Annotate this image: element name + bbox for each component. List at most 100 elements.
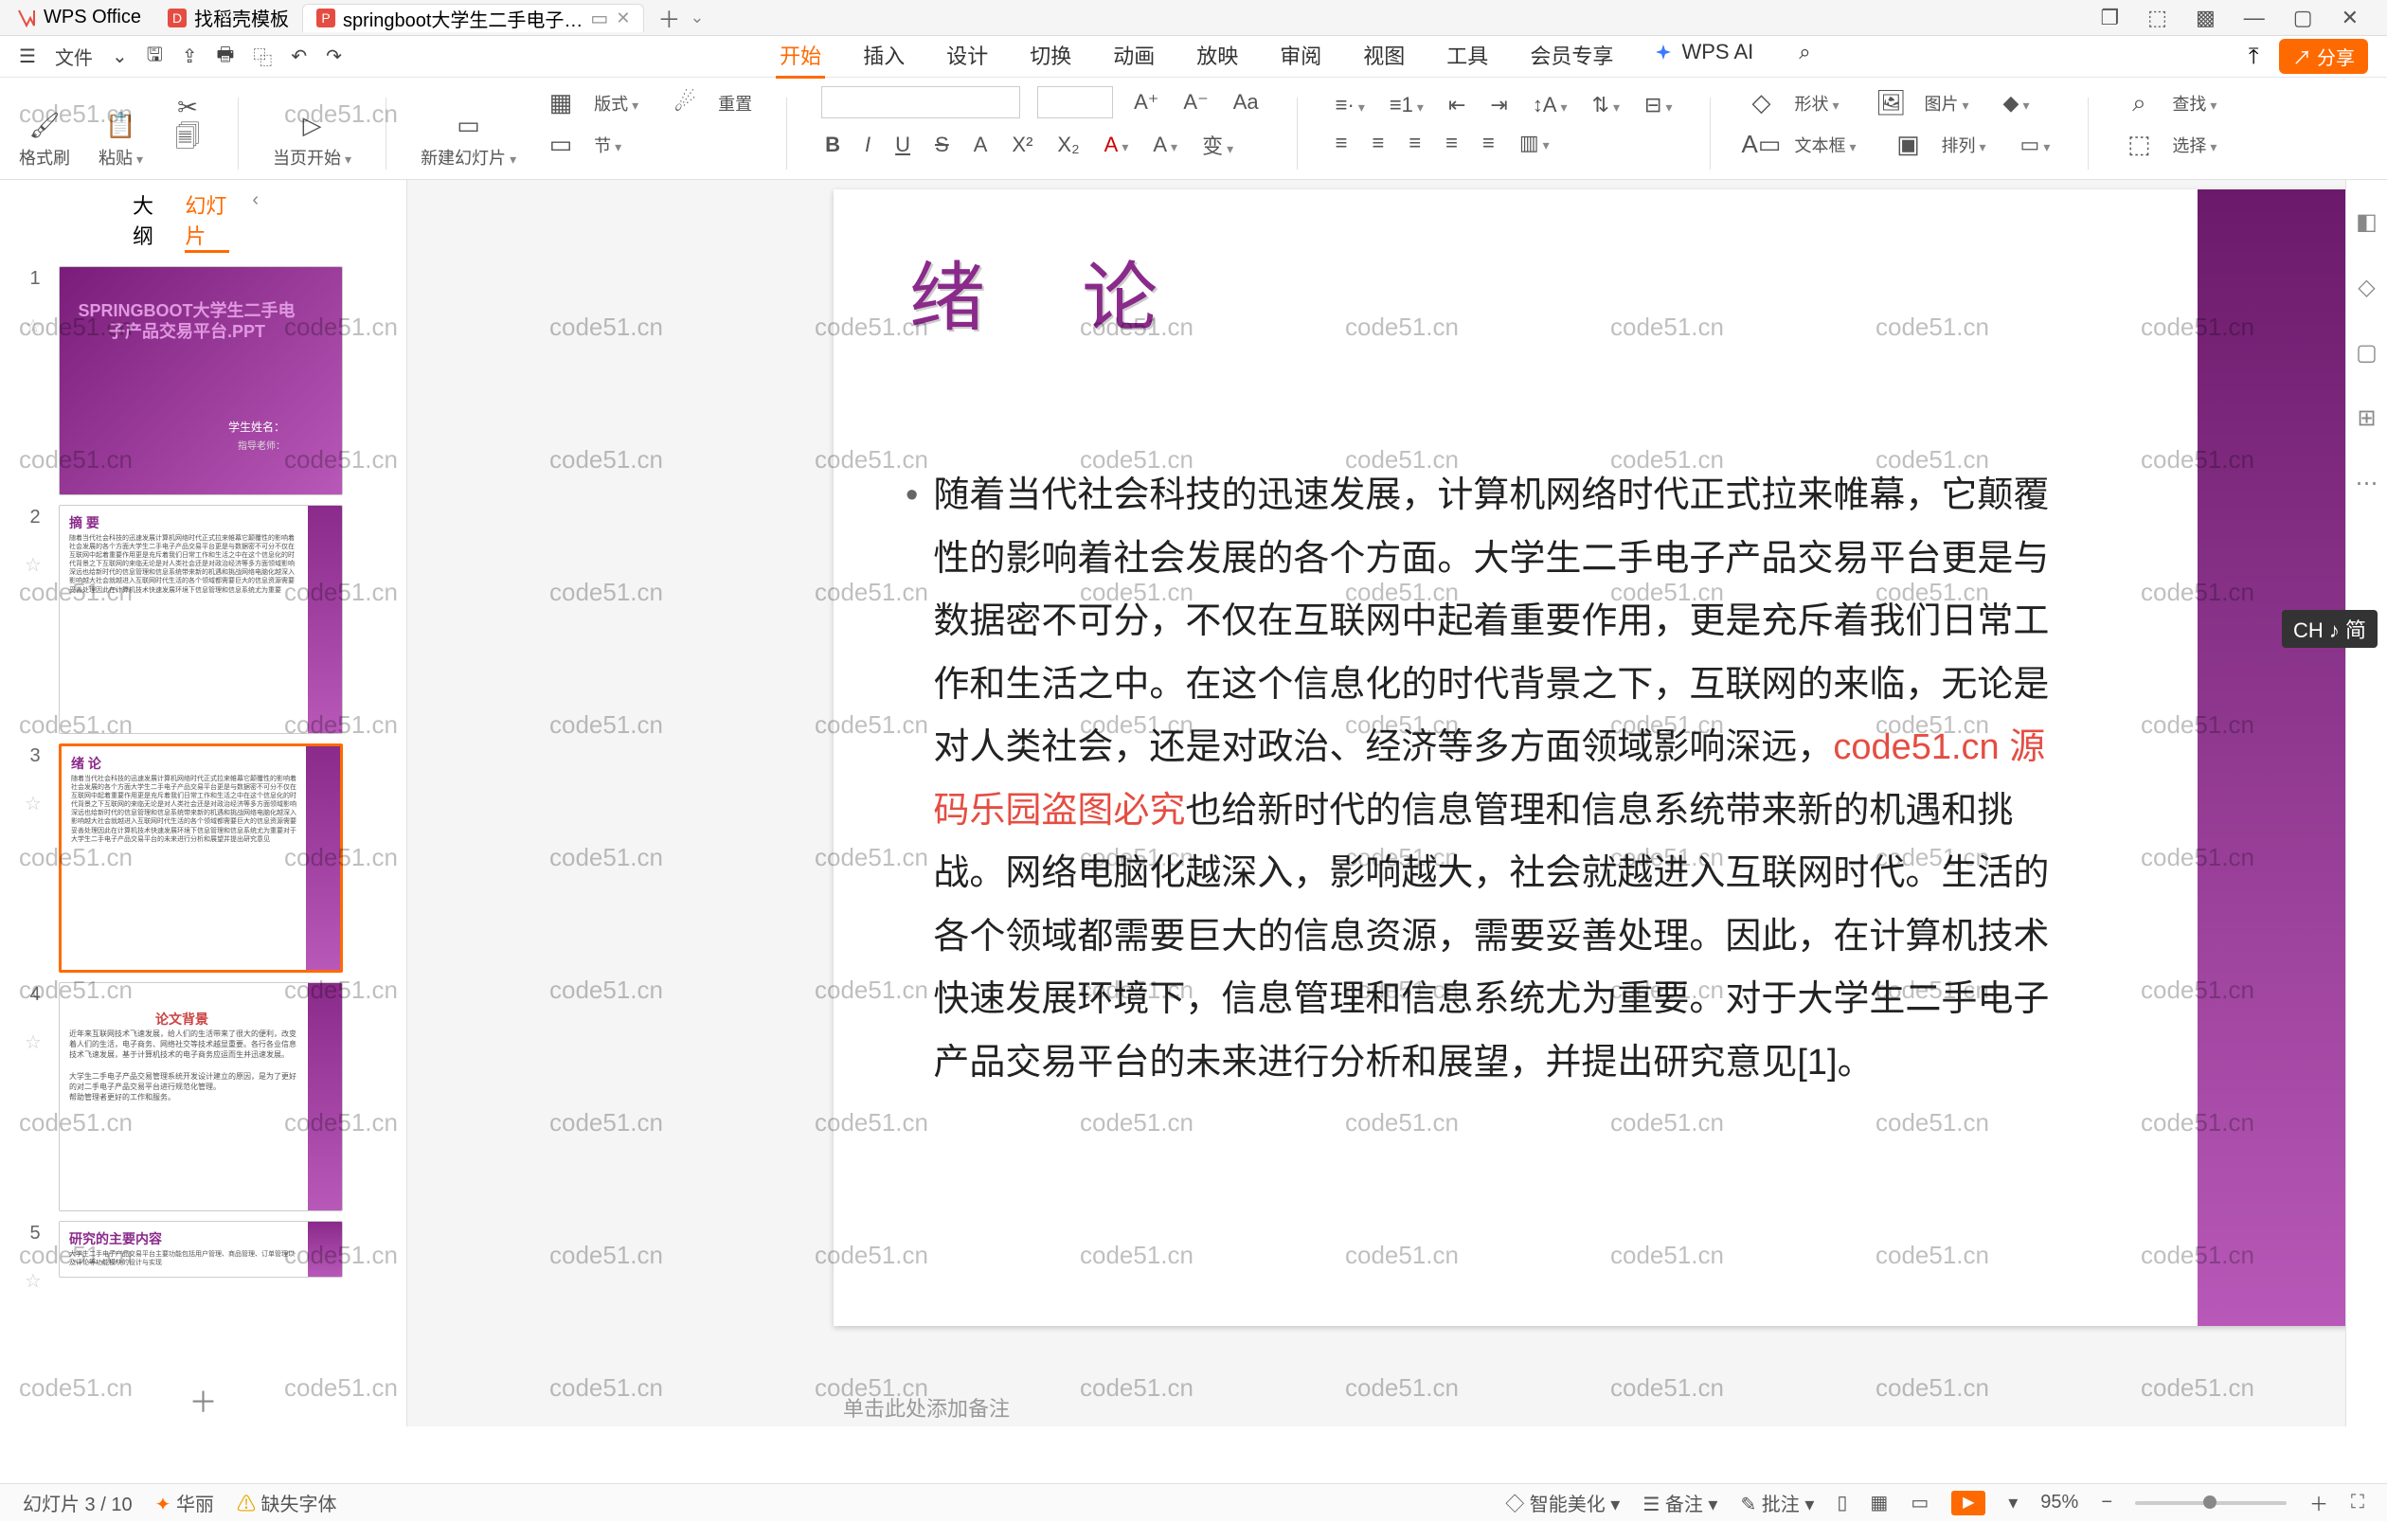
slides-tab[interactable]: 幻灯片 [185,189,229,253]
theme-indicator[interactable]: ✦ 华丽 [155,1489,214,1516]
sorter-view-icon[interactable]: ▦ [1870,1491,1888,1514]
menu-icon[interactable]: ☰ [19,45,36,68]
line-spacing-icon[interactable]: ⇅ [1588,91,1624,119]
highlight-icon[interactable]: A [970,131,992,159]
bullets-icon[interactable]: ≡· [1332,91,1369,119]
reading-view-icon[interactable]: ▭ [1911,1491,1929,1514]
slide-canvas[interactable]: 绪 论 • 随着当代社会科技的迅速发展，计算机网络时代正式拉来帷幕，它颠覆性的影… [407,180,2345,1426]
add-slide-button[interactable]: ＋ [0,1379,406,1426]
shape-fill-icon[interactable]: ◆ [2000,89,2034,117]
search-icon[interactable]: ⌕ [1795,34,1814,79]
text-direction-icon[interactable]: ↕A [1529,91,1571,119]
layout-icon[interactable]: ▦ [545,87,577,119]
subscript-icon[interactable]: X₂ [1053,131,1083,159]
slide-thumb-1[interactable]: SPRINGBOOT大学生二手电子产品交易平台.PPT 学生姓名： 指导老师： [59,266,343,495]
increase-font-icon[interactable]: A⁺ [1130,88,1162,116]
slideshow-dropdown-icon[interactable]: ▾ [2008,1491,2018,1514]
underline-icon[interactable]: U [891,131,914,159]
maximize-icon[interactable]: ▢ [2293,6,2313,30]
star-icon[interactable]: ☆ [25,792,45,815]
slide-thumb-4[interactable]: 论文背景 近年来互联网技术飞速发展，给人们的生活带来了很大的便利，改变着人们的生… [59,982,343,1211]
comment-button[interactable]: ✎ 批注 ▾ [1740,1489,1814,1516]
slideshow-button[interactable]: ▶ [1951,1491,1985,1515]
from-current-group[interactable]: ▷ 当页开始 [273,109,351,170]
slide[interactable]: 绪 论 • 随着当代社会科技的迅速发展，计算机网络时代正式拉来帷幕，它颠覆性的影… [834,189,2345,1326]
save-icon[interactable]: 🖫 [147,41,163,73]
print-icon[interactable]: 🖶 [217,41,235,73]
tab-active[interactable]: P springboot大学生二手电子… ▭ ✕ [302,4,644,32]
menu-transition[interactable]: 切换 [1026,34,1075,79]
shape-icon[interactable]: ◇ [1745,87,1777,119]
zoom-slider[interactable] [2135,1501,2287,1505]
normal-view-icon[interactable]: ▯ [1837,1491,1847,1514]
numbering-icon[interactable]: ≡1 [1386,91,1427,119]
layout-button[interactable]: 版式 [594,91,638,116]
bold-icon[interactable]: B [821,131,844,159]
tab-home[interactable]: WPS Office [4,4,154,32]
strike-icon[interactable]: S [931,131,953,159]
slide-thumb-3[interactable]: 绪 论 随着当代社会科技的迅速发展计算机网络时代正式拉来帷幕它颠覆性的影响着社会… [59,743,343,973]
textbox-icon[interactable]: A▭ [1745,129,1777,161]
close-window-icon[interactable]: ✕ [2342,6,2359,30]
menu-review[interactable]: 审阅 [1276,34,1325,79]
arrange-button[interactable]: 排列 [1942,133,1986,157]
outline-tab[interactable]: 大纲 [133,189,162,253]
section-icon[interactable]: ▭ [545,129,577,161]
align-left-icon[interactable]: ≡ [1332,129,1352,157]
rail-item-icon[interactable]: ◧ [2356,208,2378,236]
multi-window-icon[interactable]: ❐ [2100,6,2119,30]
align-center-icon[interactable]: ≡ [1368,129,1388,157]
align-text-icon[interactable]: ⊟ [1641,91,1676,119]
text-effect-icon[interactable]: 变 [1198,128,1237,162]
reset-icon[interactable]: ☄ [669,87,701,119]
undo-icon[interactable]: ↶ [291,45,307,68]
menu-animation[interactable]: 动画 [1109,34,1158,79]
minimize-icon[interactable]: — [2244,6,2265,30]
slide-thumb-5[interactable]: 研究的主要内容 大学生二手电子产品交易平台主要功能包括用户管理、商品管理、订单管… [59,1221,343,1278]
preview-icon[interactable]: ⿻ [253,43,272,70]
section-button[interactable]: 节 [594,133,621,157]
close-icon[interactable]: ✕ [616,9,630,28]
font-color-icon[interactable]: A [1101,131,1133,159]
text-fill-icon[interactable]: A [1149,131,1181,159]
shape-outline-icon[interactable]: ▭ [2017,131,2055,159]
star-icon[interactable]: ☆ [25,314,45,338]
star-icon[interactable]: ☆ [25,1030,45,1054]
font-name-combo[interactable] [821,86,1020,118]
select-button[interactable]: 选择 [2172,133,2216,157]
font-size-combo[interactable] [1037,86,1113,118]
columns-icon[interactable]: ▥ [1516,129,1553,157]
chevron-down-icon[interactable]: ⌄ [112,45,128,68]
italic-icon[interactable]: I [861,131,874,159]
avatar-icon[interactable]: ▩ [2196,6,2216,30]
menu-design[interactable]: 设计 [942,34,992,79]
share-button[interactable]: ↗ 分享 [2279,39,2368,74]
fit-window-icon[interactable]: ⛶ [2351,1492,2364,1513]
rail-item-icon[interactable]: ⊞ [2357,404,2376,432]
copy-icon[interactable]: 🗐 [171,124,204,156]
zoom-value[interactable]: 95% [2040,1492,2078,1513]
slide-thumb-2[interactable]: 摘 要 随着当代社会科技的迅速发展计算机网络时代正式拉来帷幕它颠覆性的影响着社会… [59,505,343,734]
textbox-button[interactable]: 文本框 [1794,133,1856,157]
menu-tools[interactable]: 工具 [1443,34,1492,79]
zoom-in-icon[interactable]: ＋ [2309,1489,2328,1516]
cloud-icon[interactable]: ⤒ [2249,44,2259,70]
select-icon[interactable]: ⬚ [2123,129,2155,161]
find-icon[interactable]: ⌕ [2123,87,2155,119]
align-right-icon[interactable]: ≡ [1405,129,1425,157]
cube-icon[interactable]: ⬚ [2147,6,2167,30]
tab-docer[interactable]: D 找稻壳模板 [154,4,302,32]
missing-font-indicator[interactable]: ⚠ 缺失字体 [237,1489,337,1516]
shape-button[interactable]: 形状 [1794,91,1839,116]
notes-button[interactable]: ☰ 备注 ▾ [1642,1489,1717,1516]
notes-placeholder[interactable]: 单击此处添加备注 [843,1392,1010,1426]
rail-item-icon[interactable]: ◇ [2358,274,2375,301]
star-icon[interactable]: ☆ [25,1269,45,1293]
tab-list-dropdown[interactable]: ⌄ [690,8,704,27]
menu-insert[interactable]: 插入 [859,34,908,79]
menu-slideshow[interactable]: 放映 [1193,34,1242,79]
new-slide-group[interactable]: ▭ 新建幻灯片 [421,109,516,170]
slide-title[interactable]: 绪 论 [909,237,1195,347]
picture-icon[interactable]: 🖼 [1876,87,1908,119]
menu-view[interactable]: 视图 [1359,34,1409,79]
